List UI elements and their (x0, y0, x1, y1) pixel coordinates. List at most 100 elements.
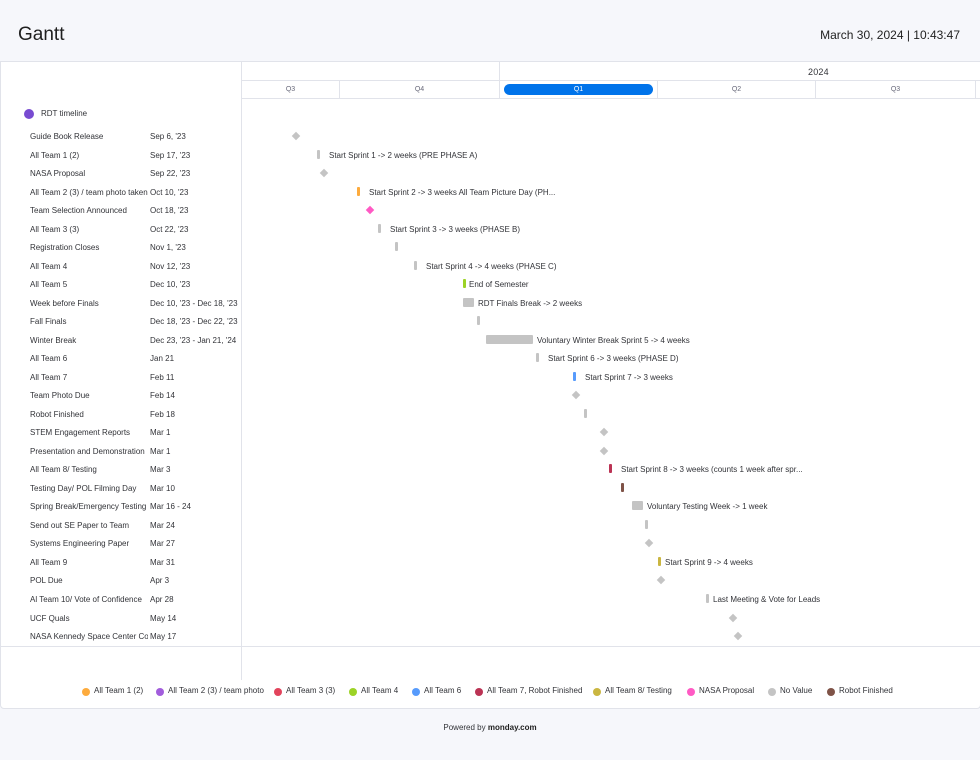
bar-label: Voluntary Testing Week -> 1 week (647, 502, 768, 512)
item-name[interactable]: All Team 3 (3) (30, 225, 148, 234)
item-date[interactable]: Sep 17, '23 (150, 151, 242, 160)
item-name[interactable]: NASA Proposal (30, 169, 148, 178)
milestone-diamond[interactable] (319, 168, 329, 178)
timeline-bar[interactable] (584, 408, 587, 418)
quarter-q2-3[interactable]: Q2 (658, 81, 816, 99)
item-date[interactable]: Mar 24 (150, 521, 242, 530)
milestone-diamond[interactable] (656, 576, 666, 585)
item-name[interactable]: Team Selection Announced (30, 206, 148, 215)
item-name[interactable]: All Team 4 (30, 262, 148, 271)
quarter-q4-1[interactable]: Q4 (340, 81, 500, 99)
item-date[interactable]: Oct 10, '23 (150, 188, 242, 197)
item-date[interactable]: Nov 1, '23 (150, 243, 242, 252)
year-label: 2024 (808, 67, 829, 77)
item-date[interactable]: May 14 (150, 614, 242, 623)
milestone-diamond[interactable] (571, 391, 581, 400)
item-name[interactable]: All Team 5 (30, 280, 148, 289)
item-name[interactable]: NASA Kennedy Space Center Competition (30, 632, 148, 641)
item-date[interactable]: Apr 28 (150, 595, 242, 604)
item-date[interactable]: Sep 22, '23 (150, 169, 242, 178)
item-date[interactable]: Jan 21 (150, 354, 242, 363)
timeline-bar[interactable] (706, 594, 709, 603)
quarter-q3-4[interactable]: Q3 (816, 81, 976, 99)
timeline-bar[interactable] (486, 334, 533, 344)
timeline-bar[interactable] (536, 353, 539, 363)
item-name[interactable]: Fall Finals (30, 317, 148, 326)
milestone-diamond[interactable] (733, 631, 743, 641)
legend-label: No Value (780, 686, 813, 695)
timeline-bar[interactable] (317, 149, 320, 159)
item-date[interactable]: Feb 14 (150, 391, 242, 400)
item-name[interactable]: All Team 1 (2) (30, 151, 148, 160)
timeline-bar[interactable] (632, 501, 643, 511)
item-date[interactable]: Mar 3 (150, 465, 242, 474)
group-color-dot[interactable] (24, 109, 34, 119)
item-name[interactable]: Robot Finished (30, 410, 148, 419)
item-name[interactable]: Systems Engineering Paper (30, 539, 148, 548)
item-date[interactable]: May 17 (150, 632, 242, 641)
timeline-bar[interactable] (395, 242, 398, 252)
legend-label: All Team 8/ Testing (605, 686, 672, 695)
item-date[interactable]: Mar 10 (150, 484, 242, 493)
item-date[interactable]: Mar 31 (150, 558, 242, 567)
milestone-diamond[interactable] (599, 428, 609, 437)
item-name[interactable]: Registration Closes (30, 243, 148, 252)
item-name[interactable]: Send out SE Paper to Team (30, 521, 148, 530)
item-date[interactable]: Mar 1 (150, 447, 242, 456)
item-name[interactable]: All Team 7 (30, 373, 148, 382)
milestone-diamond[interactable] (365, 205, 375, 215)
item-date[interactable]: Oct 22, '23 (150, 225, 242, 234)
timeline-bar[interactable] (609, 464, 612, 474)
item-date[interactable]: Sep 6, '23 (150, 132, 242, 141)
timeline-bar[interactable] (378, 223, 381, 233)
milestone-diamond[interactable] (291, 131, 301, 141)
item-name[interactable]: All Team 6 (30, 354, 148, 363)
milestone-diamond[interactable] (728, 613, 738, 622)
item-date[interactable]: Oct 18, '23 (150, 206, 242, 215)
item-name[interactable]: Week before Finals (30, 299, 148, 308)
timeline-bar[interactable] (463, 297, 474, 307)
timeline-bar[interactable] (414, 260, 417, 270)
milestone-diamond[interactable] (599, 446, 609, 456)
quarter-q3-0[interactable]: Q3 (242, 81, 340, 99)
timeline-bar[interactable] (357, 186, 360, 196)
item-name[interactable]: All Team 2 (3) / team photo taken (30, 188, 148, 197)
item-name[interactable]: All Team 8/ Testing (30, 465, 148, 474)
item-name[interactable]: All Team 9 (30, 558, 148, 567)
item-name[interactable]: Al Team 10/ Vote of Confidence (30, 595, 148, 604)
milestone-diamond[interactable] (644, 539, 654, 548)
item-date[interactable]: Mar 1 (150, 428, 242, 437)
legend-color-dot (412, 688, 420, 696)
item-name[interactable]: Presentation and Demonstration (30, 447, 148, 456)
item-name[interactable]: Testing Day/ POL Filming Day (30, 484, 148, 493)
item-date[interactable]: Apr 3 (150, 576, 242, 585)
timeline-bar[interactable] (621, 482, 624, 492)
item-date[interactable]: Dec 23, '23 - Jan 21, '24 (150, 336, 242, 345)
timeline-bar[interactable] (658, 556, 661, 566)
item-name[interactable]: Winter Break (30, 336, 148, 345)
item-date[interactable]: Nov 12, '23 (150, 262, 242, 271)
timeline-bar[interactable] (463, 279, 466, 289)
item-date[interactable]: Mar 16 - 24 (150, 502, 242, 511)
bar-label: RDT Finals Break -> 2 weeks (478, 298, 583, 308)
item-name[interactable]: UCF Quals (30, 614, 148, 623)
item-name[interactable]: Spring Break/Emergency Testing (30, 502, 148, 511)
quarter-q1-2[interactable]: Q1 (500, 81, 658, 99)
item-date[interactable]: Dec 18, '23 - Dec 22, '23 (150, 317, 242, 326)
timeline-bar[interactable] (477, 316, 480, 326)
item-date[interactable]: Feb 18 (150, 410, 242, 419)
item-name[interactable]: POL Due (30, 576, 148, 585)
item-name[interactable]: Guide Book Release (30, 132, 148, 141)
group-title[interactable]: RDT timeline (41, 109, 87, 118)
bar-label: Start Sprint 1 -> 2 weeks (PRE PHASE A) (329, 150, 478, 160)
brand-name[interactable]: monday.com (488, 723, 537, 732)
item-name[interactable]: Team Photo Due (30, 391, 148, 400)
item-date[interactable]: Feb 11 (150, 373, 242, 382)
timeline-bar[interactable] (645, 519, 648, 529)
item-date[interactable]: Dec 10, '23 (150, 280, 242, 289)
item-date[interactable]: Dec 10, '23 - Dec 18, '23 (150, 299, 242, 308)
item-name[interactable]: STEM Engagement Reports (30, 428, 148, 437)
timeline-bar[interactable] (573, 371, 576, 381)
item-date[interactable]: Mar 27 (150, 539, 242, 548)
bar-label: Last Meeting & Vote for Leads (713, 595, 821, 604)
